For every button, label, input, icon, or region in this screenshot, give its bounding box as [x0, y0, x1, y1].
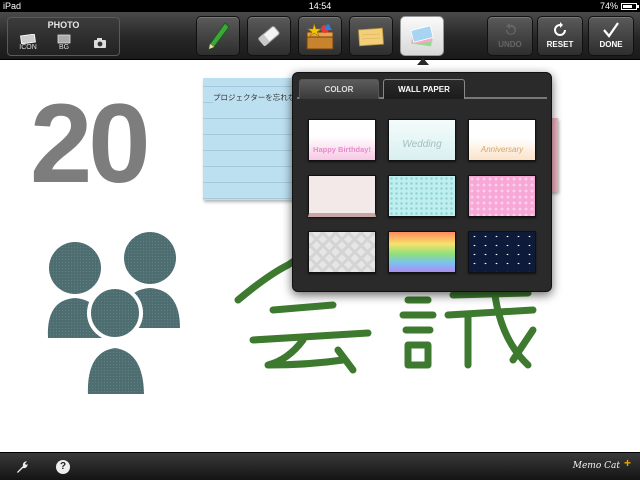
- eraser-tool-button[interactable]: [247, 16, 291, 56]
- people-group-icon[interactable]: [40, 228, 210, 408]
- background-icon: [57, 34, 71, 44]
- camera-icon: [94, 38, 106, 48]
- photo-icon-label: ICON: [19, 44, 37, 51]
- photo-group: PHOTO ICON BG: [7, 17, 120, 56]
- battery-status: 74%: [599, 0, 639, 12]
- wallpaper-thumb-gray-plaid[interactable]: [308, 231, 376, 273]
- wallpaper-tool-button[interactable]: [400, 16, 444, 65]
- eraser-icon: [258, 26, 280, 47]
- tab-color[interactable]: COLOR: [299, 79, 379, 99]
- photo-title: PHOTO: [47, 20, 80, 30]
- tab-wallpaper[interactable]: WALL PAPER: [383, 79, 465, 99]
- wrench-icon[interactable]: [15, 460, 29, 474]
- help-icon[interactable]: ?: [56, 460, 70, 474]
- memo-app-screen: iPad 14:54 74% PHOTO ICON BG UNDO RESET …: [0, 0, 640, 480]
- clock: 14:54: [308, 1, 332, 11]
- reset-button[interactable]: RESET: [537, 16, 583, 56]
- wallpaper-thumb-cyan-dots[interactable]: [388, 175, 456, 217]
- app-logo: Memo Cat: [572, 461, 620, 471]
- sticky-note-tool-button[interactable]: [349, 16, 393, 56]
- photo-bg-button[interactable]: BG: [47, 33, 81, 55]
- photo-bg-label: BG: [58, 44, 70, 51]
- top-toolbar: PHOTO ICON BG UNDO RESET DONE: [0, 12, 640, 65]
- status-bar: iPad 14:54 74%: [0, 0, 640, 12]
- thumb-label: Wedding: [402, 139, 442, 150]
- logo-plus-mark: +: [623, 456, 631, 470]
- battery-percent: 74%: [599, 1, 618, 11]
- wallpaper-thumb-plain-pink[interactable]: [308, 175, 376, 217]
- wallpaper-popover: COLOR WALL PAPER Happy Birthday! Wedding…: [292, 72, 552, 292]
- pen-tool-button[interactable]: [196, 16, 240, 56]
- done-button[interactable]: DONE: [588, 16, 634, 56]
- wallpaper-thumb-night-sky[interactable]: [468, 231, 536, 273]
- camera-button[interactable]: [83, 33, 117, 55]
- undo-button[interactable]: UNDO: [487, 16, 533, 56]
- thumb-label: Happy Birthday!: [313, 145, 371, 154]
- pencil-icon: [208, 22, 230, 50]
- reset-icon: [554, 22, 566, 36]
- undo-label: UNDO: [498, 40, 522, 49]
- wallpaper-thumb-wedding[interactable]: Wedding: [388, 119, 456, 161]
- undo-icon: [506, 23, 516, 35]
- done-label: DONE: [599, 40, 623, 49]
- thumb-label: Anniversary: [480, 145, 524, 154]
- image-icon: [20, 34, 36, 44]
- wallpaper-stack-icon: [410, 25, 434, 47]
- big-number-drawing[interactable]: 20: [30, 88, 151, 200]
- sticky-note-icon: [358, 27, 384, 47]
- stamp-box-icon: [306, 22, 334, 50]
- popover-tabs: COLOR WALL PAPER: [297, 77, 547, 99]
- stamp-tool-button[interactable]: [298, 16, 342, 56]
- wallpaper-thumb-rainbow[interactable]: [388, 231, 456, 273]
- photo-icon-button[interactable]: ICON: [11, 33, 45, 55]
- reset-label: RESET: [546, 40, 574, 49]
- wallpaper-thumb-birthday[interactable]: Happy Birthday!: [308, 119, 376, 161]
- checkmark-icon: [603, 22, 619, 38]
- bottom-bar: ? Memo Cat +: [0, 452, 640, 480]
- battery-icon: [621, 2, 639, 10]
- wallpaper-thumb-pink-dots[interactable]: [468, 175, 536, 217]
- wallpaper-thumb-anniversary[interactable]: Anniversary: [468, 119, 536, 161]
